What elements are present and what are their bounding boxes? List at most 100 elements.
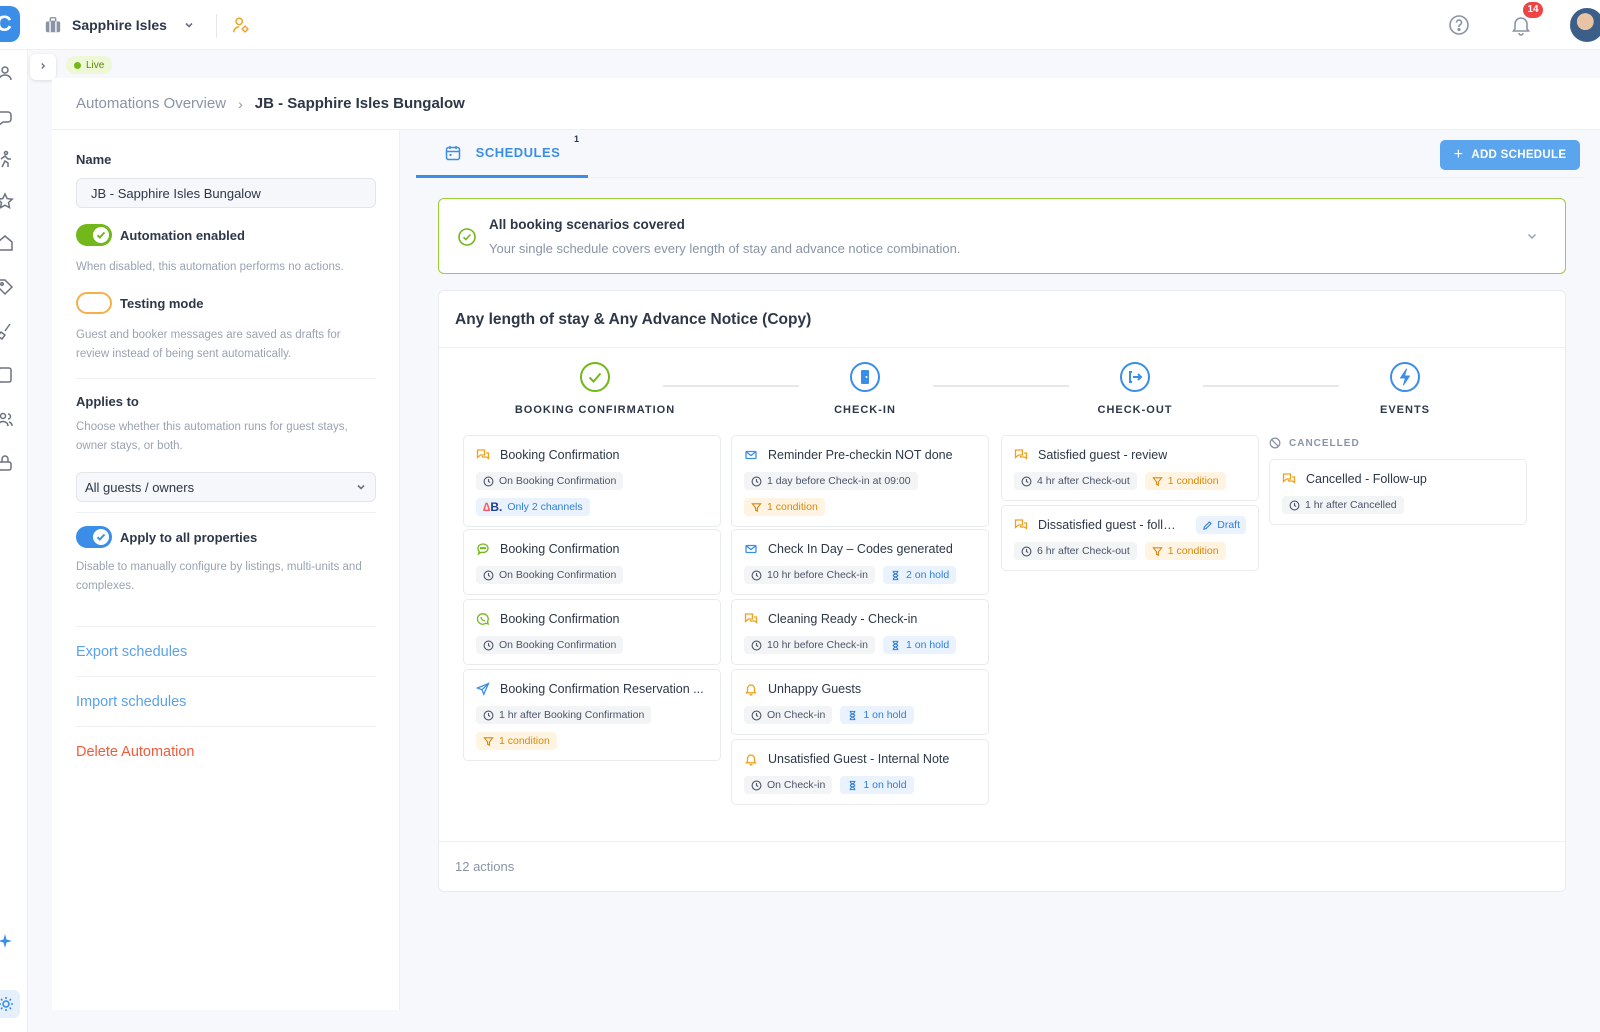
automation-settings-panel: Name Automation enabled When disabled, t… bbox=[52, 130, 400, 1010]
chevron-down-icon bbox=[357, 484, 365, 490]
channel-logos-icon: ∆B. bbox=[483, 500, 503, 514]
action-card[interactable]: Cleaning Ready - Check-in 10 hr before C… bbox=[731, 599, 989, 665]
hold-text: 1 on hold bbox=[905, 639, 950, 651]
timing-text: 10 hr before Check-in bbox=[767, 639, 868, 651]
testing-mode-label: Testing mode bbox=[120, 296, 204, 311]
action-card[interactable]: Booking Confirmation On Booking Confirma… bbox=[463, 435, 721, 527]
condition-tag: 1 condition bbox=[744, 498, 825, 516]
divider bbox=[76, 626, 376, 627]
action-card[interactable]: Satisfied guest - review 4 hr after Chec… bbox=[1001, 435, 1259, 501]
settings-button[interactable] bbox=[0, 990, 20, 1018]
timing-tag: 4 hr after Check-out bbox=[1014, 472, 1137, 490]
action-title: Reminder Pre-checkin NOT done bbox=[768, 448, 953, 462]
action-card[interactable]: Check In Day – Codes generated 10 hr bef… bbox=[731, 529, 989, 595]
add-schedule-button[interactable]: + ADD SCHEDULE bbox=[1440, 140, 1580, 170]
home-icon[interactable] bbox=[0, 234, 14, 252]
apply-all-properties-label: Apply to all properties bbox=[120, 530, 258, 545]
activity-icon[interactable] bbox=[0, 150, 14, 168]
delete-automation-link[interactable]: Delete Automation bbox=[76, 744, 195, 760]
sms-icon bbox=[477, 543, 489, 556]
property-selector[interactable]: Sapphire Isles bbox=[44, 12, 195, 38]
expand-sidebar-button[interactable] bbox=[30, 54, 56, 80]
timing-text: On Booking Confirmation bbox=[499, 639, 617, 651]
team-icon[interactable] bbox=[0, 410, 14, 428]
document-icon[interactable] bbox=[0, 366, 14, 384]
testing-mode-toggle[interactable] bbox=[76, 292, 112, 314]
action-card[interactable]: Booking Confirmation On Booking Confirma… bbox=[463, 529, 721, 595]
applies-to-label: Applies to bbox=[76, 394, 139, 409]
send-icon bbox=[476, 682, 490, 696]
action-card[interactable]: Dissatisfied guest - follo... Draft 6 hr… bbox=[1001, 505, 1259, 571]
clock-icon bbox=[751, 476, 762, 486]
star-icon[interactable] bbox=[0, 192, 14, 210]
automation-enabled-toggle[interactable] bbox=[76, 224, 112, 246]
action-card[interactable]: Unsatisfied Guest - Internal Note On Che… bbox=[731, 739, 989, 805]
tag-icon[interactable] bbox=[0, 278, 14, 296]
draft-badge: Draft bbox=[1196, 516, 1246, 534]
action-title: Unhappy Guests bbox=[768, 682, 862, 696]
clock-icon bbox=[751, 570, 762, 580]
bell-icon bbox=[745, 684, 757, 696]
tab-schedules[interactable]: SCHEDULES bbox=[416, 130, 588, 178]
messages-icon[interactable] bbox=[0, 108, 14, 126]
timing-tag: 6 hr after Check-out bbox=[1014, 542, 1137, 560]
timing-tag: 1 hr after Booking Confirmation bbox=[476, 706, 652, 724]
cleaning-icon[interactable] bbox=[0, 322, 14, 340]
timing-text: 1 hr after Booking Confirmation bbox=[499, 709, 645, 721]
timing-tag: 10 hr before Check-in bbox=[744, 636, 875, 654]
avatar[interactable] bbox=[1568, 6, 1600, 44]
clock-icon bbox=[483, 476, 494, 486]
stage-booking-confirmation: BOOKING CONFIRMATION bbox=[505, 361, 685, 416]
clock-icon bbox=[483, 570, 494, 580]
action-card[interactable]: Cancelled - Follow-up 1 hr after Cancell… bbox=[1269, 459, 1527, 525]
applies-to-select[interactable]: All guests / owners bbox=[76, 472, 376, 502]
condition-text: 1 condition bbox=[767, 501, 818, 513]
action-card[interactable]: Reminder Pre-checkin NOT done 1 day befo… bbox=[731, 435, 989, 527]
action-card[interactable]: Booking Confirmation On Booking Confirma… bbox=[463, 599, 721, 665]
lock-icon[interactable] bbox=[0, 454, 14, 472]
app-logo[interactable]: C bbox=[0, 6, 20, 42]
timing-tag: 1 hr after Cancelled bbox=[1282, 496, 1404, 514]
tab-schedules-count: 1 bbox=[574, 134, 580, 144]
apply-all-properties-toggle[interactable] bbox=[76, 526, 112, 548]
sparkle-icon[interactable] bbox=[0, 932, 14, 950]
clock-icon bbox=[751, 710, 762, 720]
import-schedules-link[interactable]: Import schedules bbox=[76, 694, 186, 710]
chevron-down-icon[interactable] bbox=[1525, 229, 1539, 243]
timing-text: On Booking Confirmation bbox=[499, 569, 617, 581]
clock-icon bbox=[483, 640, 494, 650]
chat-bubbles-icon bbox=[1014, 519, 1028, 530]
filter-icon bbox=[1152, 476, 1163, 486]
user-settings-icon[interactable] bbox=[232, 16, 250, 34]
timing-tag: 1 day before Check-in at 09:00 bbox=[744, 472, 918, 490]
clock-icon bbox=[1021, 476, 1032, 486]
stage-label: CHECK-OUT bbox=[1097, 404, 1173, 416]
timing-text: 6 hr after Check-out bbox=[1037, 545, 1130, 557]
coverage-banner[interactable]: All booking scenarios covered Your singl… bbox=[438, 198, 1566, 274]
applies-to-value: All guests / owners bbox=[85, 479, 195, 495]
action-title: Booking Confirmation bbox=[500, 448, 620, 462]
timing-text: On Check-in bbox=[767, 709, 826, 721]
hold-text: 1 on hold bbox=[863, 709, 907, 721]
divider bbox=[439, 347, 1565, 348]
automation-name-input[interactable] bbox=[76, 178, 376, 208]
export-schedules-link[interactable]: Export schedules bbox=[76, 644, 187, 660]
whatsapp-icon bbox=[476, 613, 490, 625]
exit-icon bbox=[1120, 362, 1150, 392]
guests-icon[interactable] bbox=[0, 64, 14, 82]
action-card[interactable]: Booking Confirmation Reservation ... 1 h… bbox=[463, 669, 721, 761]
action-card[interactable]: Unhappy Guests On Check-in 1 on hold bbox=[731, 669, 989, 735]
action-title: Cancelled - Follow-up bbox=[1306, 472, 1427, 486]
timing-text: 10 hr before Check-in bbox=[767, 569, 868, 581]
divider bbox=[76, 378, 376, 379]
status-label: Live bbox=[86, 59, 105, 71]
name-label: Name bbox=[76, 152, 112, 167]
breadcrumb-automations-overview[interactable]: Automations Overview bbox=[76, 95, 226, 112]
lightning-icon bbox=[1390, 362, 1420, 392]
stage-label: CHECK-IN bbox=[834, 404, 896, 416]
briefcase-icon bbox=[45, 17, 61, 33]
stage-check-in: CHECK-IN bbox=[775, 361, 955, 416]
action-title: Unsatisfied Guest - Internal Note bbox=[768, 752, 950, 766]
clock-icon bbox=[1289, 500, 1300, 510]
help-icon[interactable] bbox=[1448, 14, 1470, 36]
